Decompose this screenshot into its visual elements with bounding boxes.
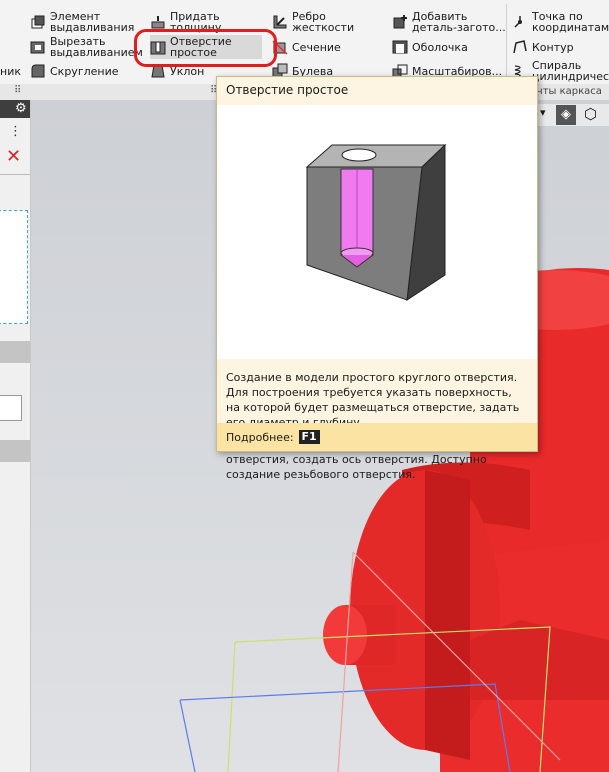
tooltip-hole: Отверстие простое Создание в модели прос… — [216, 76, 538, 481]
shell-icon — [392, 39, 408, 55]
add-blank-button[interactable]: Добавить деталь-загото... — [392, 10, 506, 34]
chevron-down-icon[interactable]: ▾ — [540, 106, 546, 119]
tooltip-title: Отверстие простое — [226, 83, 349, 97]
panel-input[interactable] — [0, 395, 22, 421]
rib-label: Ребро жесткости — [292, 10, 355, 34]
extrude-icon — [30, 14, 46, 30]
group-grip-icon[interactable]: ⠿ — [14, 85, 21, 96]
fillet-icon — [30, 63, 46, 79]
shading-icon[interactable]: ⬡ — [584, 105, 597, 123]
thickness-icon — [150, 14, 166, 30]
add-blank-label: Добавить деталь-загото... — [412, 10, 506, 34]
rib-button[interactable]: Ребро жесткости — [272, 10, 354, 34]
gear-icon[interactable]: ⚙ — [15, 101, 27, 116]
scale-label: Масштабиров... — [412, 64, 503, 78]
panel-header: ⚙ — [0, 100, 30, 118]
ribbon-toolbar: ник Элемент выдавливания Вырезать выдавл… — [0, 0, 609, 85]
cut-extrude-button[interactable]: Вырезать выдавливанием — [30, 35, 143, 59]
f1-hotkey[interactable]: F1 — [298, 430, 320, 444]
cube-view-icon[interactable]: ◈ — [556, 105, 576, 125]
shell-label: Оболочка — [412, 40, 468, 54]
fillet-button[interactable]: Скругление — [30, 59, 119, 83]
extrude-label: Элемент выдавливания — [50, 10, 135, 34]
tooltip-footer: Подробнее: F1 — [217, 423, 537, 451]
point-icon — [512, 14, 528, 30]
contour-button[interactable]: Контур — [512, 35, 574, 59]
boolean-label: Булева — [292, 64, 334, 78]
rib-icon — [272, 14, 288, 30]
point-coords-label: Точка по координатам — [532, 10, 609, 34]
cut-extrude-icon — [30, 39, 46, 55]
tooltip-desc-1: Создание в модели простого круглого отве… — [226, 371, 520, 429]
section-button[interactable]: Сечение — [272, 35, 341, 59]
ribbon-cut-label: ник — [0, 65, 21, 78]
tree-icon[interactable]: ⋮ — [9, 124, 22, 139]
dashed-field[interactable] — [0, 210, 28, 324]
hole-illustration — [305, 143, 447, 302]
ribbon-separator — [506, 4, 507, 80]
extrude-button[interactable]: Элемент выдавливания — [30, 10, 134, 34]
spiral-label: Спираль цилиндрическ... — [532, 59, 609, 83]
panel-divider — [0, 174, 30, 175]
tooltip-illustration — [217, 105, 537, 359]
add-blank-icon — [392, 14, 408, 30]
draft-label: Уклон — [170, 64, 205, 78]
fillet-label: Скругление — [50, 64, 119, 78]
group-label: енты каркаса — [530, 86, 602, 97]
panel-section-header — [0, 341, 30, 363]
left-panel: ⚙ ⋮ ✕ — [0, 100, 31, 772]
tooltip-more-label: Подробнее: — [226, 430, 294, 444]
contour-icon — [512, 39, 528, 55]
point-coords-button[interactable]: Точка по координатам — [512, 10, 609, 34]
contour-label: Контур — [532, 40, 574, 54]
panel-section-header — [0, 440, 30, 462]
section-label: Сечение — [292, 40, 341, 54]
cut-extrude-label: Вырезать выдавливанием — [50, 35, 143, 59]
close-icon[interactable]: ✕ — [6, 146, 21, 167]
view-toolbar: ▾ ◈ ⬡ — [536, 104, 609, 126]
shell-button[interactable]: Оболочка — [392, 35, 468, 59]
hole-button-highlight — [134, 29, 277, 67]
